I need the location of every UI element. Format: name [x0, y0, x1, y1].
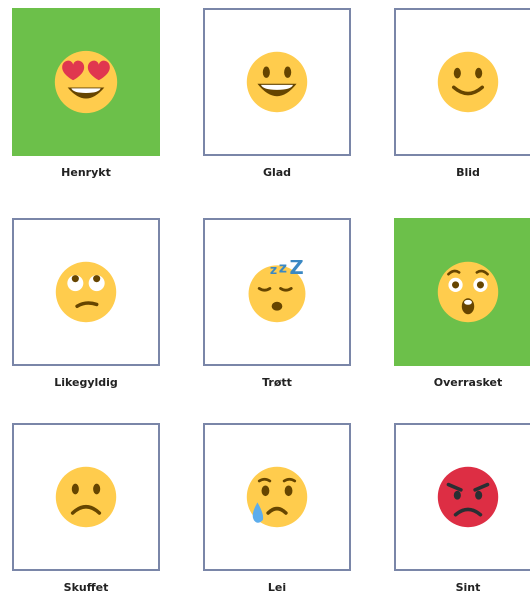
heart-eyes-emoji-icon [54, 50, 118, 114]
mood-option-overrasket[interactable]: Overrasket [394, 218, 530, 389]
mood-tile[interactable] [203, 8, 351, 156]
mood-tile[interactable] [394, 423, 530, 571]
mood-tile[interactable] [12, 423, 160, 571]
eye-roll-emoji-icon [55, 261, 117, 323]
mood-option-lei[interactable]: Lei [203, 423, 351, 594]
mood-label: Skuffet [63, 581, 109, 594]
svg-text:z: z [279, 260, 287, 276]
mood-label: Blid [456, 166, 480, 179]
mood-option-glad[interactable]: Glad [203, 8, 351, 179]
mood-option-skuffet[interactable]: Skuffet [12, 423, 160, 594]
mood-label: Likegyldig [54, 376, 118, 389]
mood-option-henrykt[interactable]: Henrykt [12, 8, 160, 179]
svg-text:Z: Z [289, 260, 303, 279]
hushed-emoji-icon [437, 261, 499, 323]
mood-label: Lei [267, 581, 287, 594]
mood-tile[interactable]: z z Z [203, 218, 351, 366]
frowning-emoji-icon [55, 466, 117, 528]
mood-option-sint[interactable]: Sint [394, 423, 530, 594]
mood-label: Trøtt [262, 376, 292, 389]
mood-tile[interactable] [394, 218, 530, 366]
mood-label: Overrasket [433, 376, 503, 389]
mood-tile[interactable] [12, 8, 160, 156]
angry-emoji-icon [437, 466, 499, 528]
mood-tile[interactable] [203, 423, 351, 571]
crying-emoji-icon [246, 466, 308, 528]
mood-option-likegyldig[interactable]: Likegyldig [12, 218, 160, 389]
mood-label: Sint [455, 581, 481, 594]
svg-text:z: z [270, 262, 277, 277]
mood-option-blid[interactable]: Blid [394, 8, 530, 179]
sleeping-emoji-icon: z z Z [248, 260, 306, 323]
mood-label: Henrykt [61, 166, 111, 179]
mood-tile[interactable] [394, 8, 530, 156]
mood-tile[interactable] [12, 218, 160, 366]
mood-label: Glad [262, 166, 292, 179]
slight-smile-emoji-icon [437, 51, 499, 113]
mood-option-trott[interactable]: z z Z Trøtt [203, 218, 351, 389]
grinning-emoji-icon [246, 51, 308, 113]
